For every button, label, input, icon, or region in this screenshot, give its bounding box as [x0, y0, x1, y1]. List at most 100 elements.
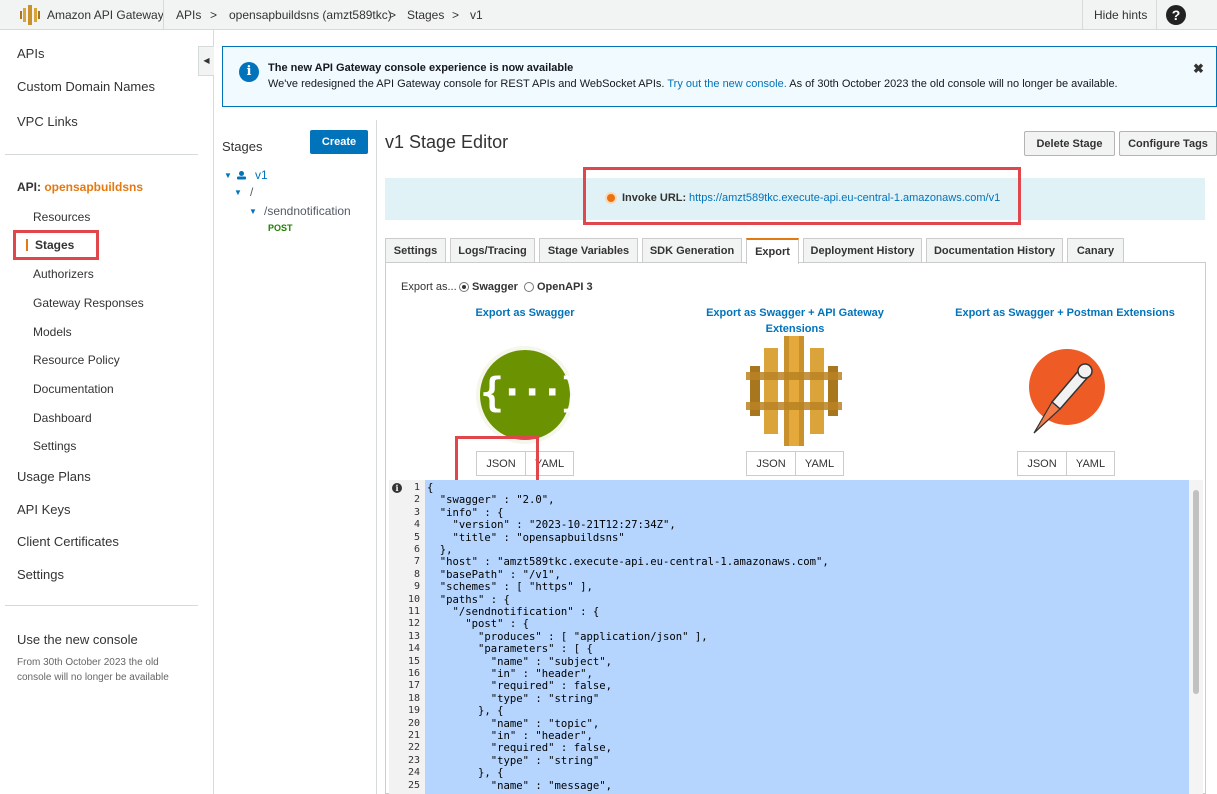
tab-canary[interactable]: Canary	[1067, 238, 1124, 263]
sidebar-item-usage-plans[interactable]: Usage Plans	[17, 469, 91, 484]
code-line: "in" : "header",	[427, 730, 593, 742]
caret-down-icon[interactable]: ▼	[249, 207, 257, 216]
info-banner: i The new API Gateway console experience…	[222, 46, 1217, 107]
invoke-url-link[interactable]: https://amzt589tkc.execute-api.eu-centra…	[689, 192, 1000, 204]
api-name[interactable]: opensapbuildsns	[44, 180, 143, 194]
sidebar-item-settings[interactable]: Settings	[17, 567, 64, 582]
line-number: 23	[407, 754, 420, 766]
tab-logs-tracing[interactable]: Logs/Tracing	[450, 238, 535, 263]
line-number: 1	[413, 482, 420, 493]
openapi3-radio[interactable]	[524, 282, 534, 292]
code-line: "version" : "2023-10-21T12:27:34Z",	[427, 519, 676, 532]
create-stage-button[interactable]: Create	[310, 130, 368, 154]
apigw-yaml-button[interactable]: YAML	[795, 451, 844, 476]
code-line: "required" : false,	[427, 742, 612, 755]
tree-method-post[interactable]: POST	[268, 223, 293, 233]
code-editor[interactable]: { "swagger" : "2.0", "info" : { "version…	[425, 480, 1189, 794]
line-number: 12	[407, 618, 420, 630]
api-gateway-logo-icon[interactable]	[20, 5, 40, 25]
breadcrumb-apis[interactable]: APIs	[176, 8, 201, 22]
swagger-radio-label[interactable]: Swagger	[472, 281, 518, 293]
tab-stage-variables[interactable]: Stage Variables	[539, 238, 638, 263]
breadcrumb-api[interactable]: opensapbuildsns (amzt589tkc)	[229, 8, 392, 22]
breadcrumb-separator: >	[389, 8, 397, 22]
postman-yaml-button[interactable]: YAML	[1066, 451, 1115, 476]
sidebar-item-gateway-responses[interactable]: Gateway Responses	[33, 296, 144, 310]
line-number: 18	[407, 692, 420, 704]
breadcrumb-stages[interactable]: Stages	[407, 8, 444, 22]
sidebar-item-documentation[interactable]: Documentation	[33, 382, 114, 396]
swagger-logo-icon: {···}	[476, 346, 584, 444]
swagger-radio[interactable]	[459, 282, 469, 292]
postman-json-button[interactable]: JSON	[1017, 451, 1067, 476]
tab-sdk-generation[interactable]: SDK Generation	[642, 238, 742, 263]
export-apigw-link-line2: Extensions	[765, 323, 825, 335]
brand-name[interactable]: Amazon API Gateway	[47, 8, 164, 22]
banner-text-before: We've redesigned the API Gateway console…	[268, 78, 665, 90]
caret-down-icon[interactable]: ▼	[234, 188, 242, 197]
invoke-status-icon	[605, 192, 617, 204]
sidebar-item-apis[interactable]: APIs	[17, 46, 44, 61]
breadcrumb-stage-v1: v1	[470, 8, 483, 22]
code-scrollbar[interactable]	[1189, 480, 1203, 794]
code-line: "type" : "string"	[427, 754, 600, 767]
code-line: {	[427, 482, 434, 494]
sidebar: APIs Custom Domain Names VPC Links ◀ API…	[0, 30, 214, 794]
try-new-console-link[interactable]: Try out the new console.	[667, 78, 786, 90]
api-gateway-large-icon	[746, 336, 842, 446]
sidebar-item-stages[interactable]: Stages	[13, 230, 99, 260]
apigw-json-button[interactable]: JSON	[746, 451, 796, 476]
export-apigw-link[interactable]: Export as Swagger + API Gateway Extensio…	[690, 305, 900, 337]
sidebar-item-resource-policy[interactable]: Resource Policy	[33, 353, 120, 367]
code-line: "paths" : {	[427, 593, 510, 606]
tree-root-resource[interactable]: /	[250, 185, 253, 199]
sidebar-item-vpc-links[interactable]: VPC Links	[17, 114, 78, 129]
sidebar-item-authorizers[interactable]: Authorizers	[33, 267, 94, 281]
configure-tags-button[interactable]: Configure Tags	[1119, 131, 1217, 156]
openapi3-radio-label[interactable]: OpenAPI 3	[537, 281, 593, 293]
caret-down-icon[interactable]: ▼	[224, 171, 232, 180]
info-icon: i	[239, 62, 259, 82]
collapse-sidebar-icon[interactable]: ◀	[198, 46, 214, 76]
sidebar-item-api-settings[interactable]: Settings	[33, 439, 76, 453]
invoke-url-highlight: Invoke URL: https://amzt589tkc.execute-a…	[583, 167, 1021, 225]
line-number: 15	[407, 655, 420, 667]
code-line: "name" : "message",	[427, 779, 612, 792]
hide-hints-button[interactable]: Hide hints	[1094, 8, 1147, 22]
tab-documentation-history[interactable]: Documentation History	[926, 238, 1063, 263]
code-line: }, {	[427, 767, 504, 780]
sidebar-item-custom-domain-names[interactable]: Custom Domain Names	[17, 79, 155, 94]
postman-logo-icon	[1029, 349, 1105, 434]
help-icon[interactable]: ?	[1166, 5, 1186, 25]
code-gutter: i 1 2 3 4 5 6 7 8 9 10 11 12 13 14 15 16 17 18 19 20 21 22 23 2…	[389, 480, 425, 794]
sidebar-item-dashboard[interactable]: Dashboard	[33, 411, 92, 425]
code-line: "post" : {	[427, 618, 530, 631]
breadcrumb-separator: >	[452, 8, 460, 22]
sidebar-item-resources[interactable]: Resources	[33, 210, 90, 224]
sidebar-item-api-keys[interactable]: API Keys	[17, 502, 70, 517]
tab-export[interactable]: Export	[746, 238, 799, 264]
code-line: "type" : "string"	[427, 692, 600, 705]
banner-title: The new API Gateway console experience i…	[268, 62, 574, 74]
line-number: 2	[413, 494, 420, 506]
tree-resource-sendnotification[interactable]: /sendnotification	[264, 204, 351, 218]
delete-stage-button[interactable]: Delete Stage	[1024, 131, 1115, 156]
tab-deployment-history[interactable]: Deployment History	[803, 238, 922, 263]
stages-panel: Stages Create ▼ v1 ▼ / ▼ /sendnotificati…	[214, 120, 377, 794]
export-swagger-link[interactable]: Export as Swagger	[450, 305, 600, 321]
new-console-link[interactable]: Use the new console	[17, 632, 138, 647]
tab-settings[interactable]: Settings	[385, 238, 446, 263]
active-indicator	[26, 239, 28, 251]
sidebar-item-models[interactable]: Models	[33, 325, 72, 339]
code-line: "produces" : [ "application/json" ],	[427, 630, 708, 643]
close-icon[interactable]: ✖	[1193, 61, 1204, 77]
swagger-glyph: {···}	[480, 370, 584, 416]
sidebar-item-client-certificates[interactable]: Client Certificates	[17, 534, 119, 549]
tree-stage-v1[interactable]: v1	[255, 168, 268, 182]
export-postman-link[interactable]: Export as Swagger + Postman Extensions	[945, 305, 1185, 321]
invoke-url-label: Invoke URL:	[622, 192, 687, 204]
scrollbar-thumb[interactable]	[1193, 490, 1199, 694]
code-line: "basePath" : "/v1",	[427, 568, 561, 581]
line-number: 16	[407, 668, 420, 679]
breadcrumb-separator: >	[210, 8, 218, 22]
